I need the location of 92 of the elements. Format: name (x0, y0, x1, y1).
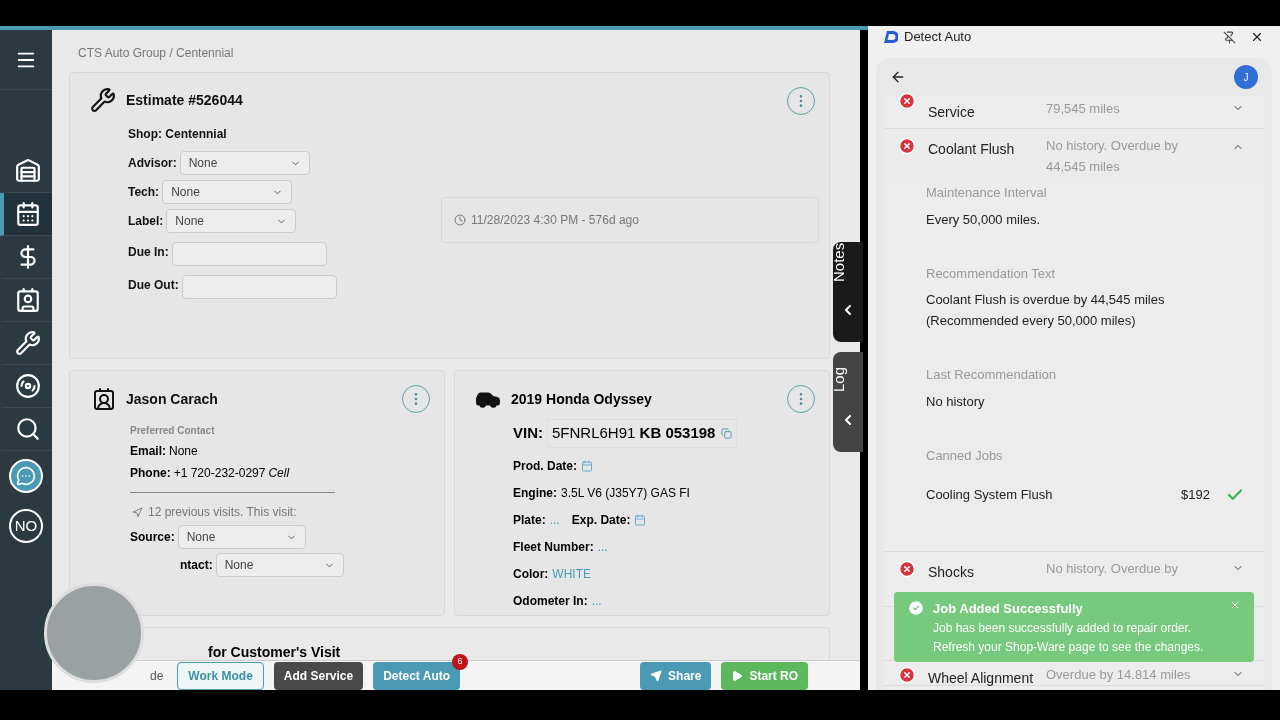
estimate-title: Estimate #526044 (126, 90, 243, 110)
field-label: Odometer In: (513, 592, 588, 610)
phone-type: Cell (268, 465, 290, 482)
wrench-icon (90, 87, 116, 113)
select-field[interactable]: None (166, 209, 297, 233)
toolbar-button[interactable]: Add Service (273, 661, 364, 690)
item-name: Wheel Alignment (928, 669, 1034, 686)
customer-name: Jason Carach (126, 389, 218, 409)
send-icon (650, 669, 663, 682)
detail-label: Maintenance Interval (926, 184, 1048, 202)
clock-icon (454, 214, 466, 226)
search-icon (15, 416, 41, 442)
disc-icon (15, 373, 41, 399)
select-field[interactable]: None (162, 180, 293, 204)
field-label: Due Out: (128, 277, 179, 294)
garage-icon (15, 158, 41, 184)
vin-label: VIN: (513, 423, 543, 443)
logo-icon (884, 31, 898, 43)
arrow-icon (132, 506, 143, 518)
field-label: Color: (513, 565, 549, 583)
breadcrumb: CTS Auto Group / Centennial (78, 46, 234, 60)
error-icon (898, 665, 916, 684)
job-name: Cooling System Flush (926, 486, 1054, 504)
field-label: Plate: (513, 511, 546, 529)
shop-label: Shop: Centennial (128, 126, 228, 143)
error-icon (898, 92, 916, 110)
item-status: 79,545 miles (1046, 100, 1121, 118)
field-label: Source: (130, 529, 175, 546)
detail-value: Every 50,000 miles. (926, 210, 1042, 229)
email-value: None (169, 443, 198, 460)
field-value: 3.5L V6 (J35Y7) GAS FI (561, 484, 690, 502)
toast-message: Job has been successfully added to repair order. Refresh your Shop-Ware page to see the changes. (933, 619, 1205, 656)
status-button[interactable]: NO (9, 509, 43, 543)
wrench-icon (15, 330, 41, 356)
visits-text: 12 previous visits. This visit: (148, 504, 297, 521)
mode-label: de (150, 667, 164, 685)
field-label: Exp. Date: (571, 511, 631, 529)
side-tab[interactable]: Notes (833, 242, 863, 342)
contact-icon (92, 387, 116, 411)
detail-label: Canned Jobs (926, 446, 1004, 465)
job-price: $192 (1181, 486, 1210, 504)
preferred-contact-label: Preferred Contact (130, 424, 216, 438)
detail-value: Coolant Flush is overdue by 44,545 miles (Recommended every 50,000 miles) (926, 291, 1166, 330)
error-icon (898, 137, 916, 155)
calendar-icon[interactable] (634, 513, 647, 526)
field-label: Label: (128, 213, 164, 230)
field-label: Prod. Date: (513, 457, 577, 475)
user-avatar[interactable]: J (1234, 65, 1258, 89)
check-circle-icon (907, 599, 925, 617)
select-field[interactable]: None (215, 553, 344, 577)
chat-icon (16, 466, 36, 486)
maintenance-row[interactable]: Wheel Alignment Overdue by 14.814 miles (884, 660, 1264, 685)
select-field[interactable]: None (179, 151, 310, 175)
panel-title: Detect Auto (904, 28, 972, 47)
maintenance-row[interactable]: Service 79,545 miles (884, 96, 1264, 128)
field-label: Fleet Number: (513, 538, 594, 556)
calendar-icon (15, 201, 41, 227)
email-label: Email: (130, 443, 166, 460)
unpin-icon[interactable] (1223, 30, 1236, 44)
play-icon (731, 669, 744, 682)
detail-label: Recommendation Text (926, 264, 1057, 283)
detail-label: Last Recommendation (926, 366, 1058, 384)
item-name: Shocks (928, 563, 974, 580)
side-tab[interactable]: Log (833, 352, 863, 452)
field-label: Tech: (128, 184, 160, 201)
field-label: ntact: (180, 557, 213, 574)
item-name: Service (928, 104, 975, 120)
item-status: No history. Overdue by 44,545 miles (1046, 137, 1179, 176)
phone-value: +1 720-232-0297 (173, 465, 266, 482)
item-status: No history. Overdue by (1046, 559, 1179, 578)
select-field[interactable]: None (177, 525, 306, 549)
field-label: Due In: (128, 244, 169, 261)
nav-button[interactable] (0, 193, 52, 236)
field-label: Engine: (513, 484, 557, 502)
item-status: Overdue by 14.814 miles (1046, 665, 1192, 684)
back-icon[interactable] (890, 69, 906, 85)
field-label: Advisor: (128, 155, 177, 172)
detail-value: No history (926, 392, 986, 411)
vin-value: 5FNRL6H91 KB 053198 (552, 423, 716, 443)
close-icon[interactable] (1250, 30, 1264, 44)
copy-icon[interactable] (721, 427, 733, 439)
error-icon (898, 559, 916, 578)
calendar-icon[interactable] (581, 459, 593, 472)
contact-book-icon (15, 287, 41, 313)
timestamp: 11/28/2023 4:30 PM - 576d ago (471, 212, 639, 229)
phone-label: Phone: (130, 465, 171, 482)
section-heading: for Customer's Visit (208, 644, 341, 660)
vehicle-title: 2019 Honda Odyssey (511, 389, 652, 409)
input-field[interactable] (181, 275, 337, 299)
input-field[interactable] (171, 242, 327, 266)
item-name: Coolant Flush (928, 141, 1015, 157)
chat-button[interactable] (9, 459, 43, 493)
